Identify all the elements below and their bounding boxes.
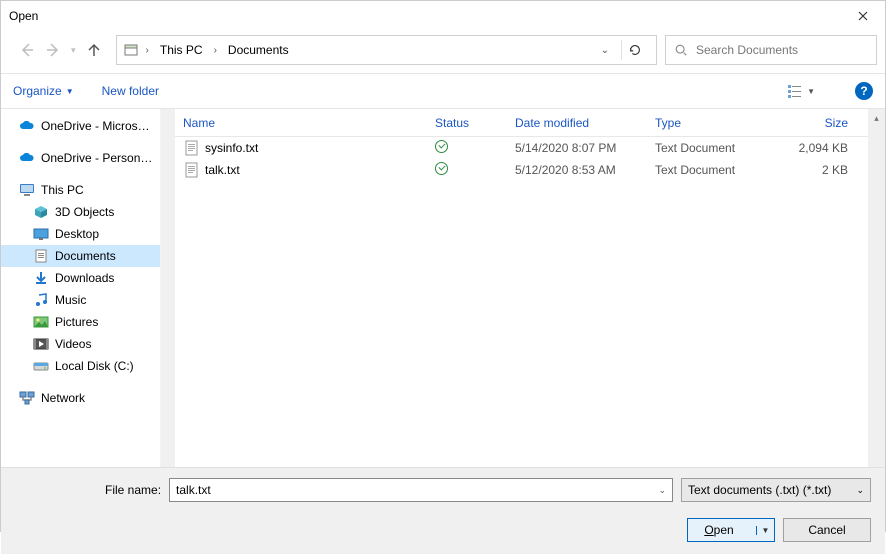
open-split-dropdown[interactable]: ▼ xyxy=(756,526,774,535)
column-status[interactable]: Status xyxy=(427,116,507,130)
search-input[interactable]: Search Documents xyxy=(665,35,877,65)
column-date[interactable]: Date modified xyxy=(507,116,647,130)
filename-input[interactable]: talk.txt ⌄ xyxy=(169,478,673,502)
close-icon xyxy=(858,11,868,21)
chevron-down-icon: ▼ xyxy=(807,87,815,96)
music-icon xyxy=(33,292,49,308)
close-button[interactable] xyxy=(840,1,885,31)
computer-icon xyxy=(19,182,35,198)
tree-item-videos[interactable]: Videos xyxy=(1,333,160,355)
open-button[interactable]: Open ▼ xyxy=(687,518,775,542)
address-dropdown[interactable]: ⌄ xyxy=(595,45,615,56)
cube-icon xyxy=(33,204,49,220)
pane-splitter[interactable] xyxy=(161,109,175,467)
text-file-icon xyxy=(183,162,199,178)
tree-item-thispc[interactable]: This PC xyxy=(1,179,160,201)
arrow-left-icon xyxy=(19,42,35,58)
nav-row: ▾ › This PC › Documents ⌄ Search Documen… xyxy=(1,31,885,73)
pictures-icon xyxy=(33,314,49,330)
column-name[interactable]: Name xyxy=(175,116,427,130)
address-bar[interactable]: › This PC › Documents ⌄ xyxy=(116,35,657,65)
help-button[interactable]: ? xyxy=(855,82,873,100)
tree-item-documents[interactable]: Documents xyxy=(1,245,160,267)
cloud-icon xyxy=(19,118,35,134)
filename-label: File name: xyxy=(105,483,161,497)
column-type[interactable]: Type xyxy=(647,116,767,130)
column-size[interactable]: Size xyxy=(767,116,856,130)
desktop-icon xyxy=(33,226,49,242)
scroll-up-icon: ▴ xyxy=(874,113,879,124)
text-file-icon xyxy=(183,140,199,156)
chevron-down-icon: ⌄ xyxy=(856,485,864,496)
chevron-down-icon[interactable]: ⌄ xyxy=(658,485,666,496)
tree-item-3dobjects[interactable]: 3D Objects xyxy=(1,201,160,223)
videos-icon xyxy=(33,336,49,352)
filetype-select[interactable]: Text documents (.txt) (*.txt) ⌄ xyxy=(681,478,871,502)
back-button[interactable] xyxy=(19,42,35,58)
filename-value: talk.txt xyxy=(176,483,652,497)
disk-icon xyxy=(33,358,49,374)
view-options-button[interactable]: ▼ xyxy=(787,84,815,98)
dialog-footer: File name: talk.txt ⌄ Text documents (.t… xyxy=(1,467,885,554)
new-folder-button[interactable]: New folder xyxy=(102,84,159,98)
chevron-down-icon: ▼ xyxy=(66,87,74,96)
breadcrumb-root[interactable]: This PC xyxy=(156,41,207,59)
open-label-rest: pen xyxy=(714,523,734,537)
chevron-right-icon: › xyxy=(211,45,220,56)
tree-item-downloads[interactable]: Downloads xyxy=(1,267,160,289)
tree-item-desktop[interactable]: Desktop xyxy=(1,223,160,245)
document-folder-icon xyxy=(33,248,49,264)
search-placeholder: Search Documents xyxy=(696,43,798,57)
chevron-right-icon: › xyxy=(143,45,152,56)
cloud-icon xyxy=(19,150,35,166)
file-row[interactable]: talk.txt 5/12/2020 8:53 AM Text Document… xyxy=(175,159,868,181)
tree-item-onedrive-ms[interactable]: OneDrive - Micros… xyxy=(1,115,160,137)
status-synced-icon xyxy=(435,140,448,153)
download-icon xyxy=(33,270,49,286)
file-row[interactable]: sysinfo.txt 5/14/2020 8:07 PM Text Docum… xyxy=(175,137,868,159)
refresh-button[interactable] xyxy=(628,43,652,57)
vertical-scrollbar[interactable]: ▴ xyxy=(868,109,885,467)
network-icon xyxy=(19,390,35,406)
cancel-button[interactable]: Cancel xyxy=(783,518,871,542)
navigation-tree[interactable]: OneDrive - Micros… OneDrive - Person… Th… xyxy=(1,109,161,467)
toolbar: Organize ▼ New folder ▼ ? xyxy=(1,73,885,109)
tree-item-onedrive-personal[interactable]: OneDrive - Person… xyxy=(1,147,160,169)
status-synced-icon xyxy=(435,162,448,175)
search-icon xyxy=(674,43,688,57)
up-button[interactable] xyxy=(86,42,102,58)
column-headers[interactable]: Name Status Date modified Type Size xyxy=(175,109,868,137)
arrow-up-icon xyxy=(86,42,102,58)
folder-location-icon xyxy=(123,42,139,58)
view-details-icon xyxy=(787,84,803,98)
breadcrumb-folder[interactable]: Documents xyxy=(224,41,293,59)
title-bar: Open xyxy=(1,1,885,31)
tree-item-network[interactable]: Network xyxy=(1,387,160,409)
refresh-icon xyxy=(628,43,642,57)
window-title: Open xyxy=(9,9,840,23)
file-list[interactable]: sysinfo.txt 5/14/2020 8:07 PM Text Docum… xyxy=(175,137,868,467)
tree-item-pictures[interactable]: Pictures xyxy=(1,311,160,333)
tree-item-music[interactable]: Music xyxy=(1,289,160,311)
forward-button[interactable] xyxy=(45,42,61,58)
arrow-right-icon xyxy=(45,42,61,58)
organize-button[interactable]: Organize ▼ xyxy=(13,84,74,98)
tree-item-localdisk[interactable]: Local Disk (C:) xyxy=(1,355,160,377)
recent-dropdown[interactable]: ▾ xyxy=(71,45,76,56)
